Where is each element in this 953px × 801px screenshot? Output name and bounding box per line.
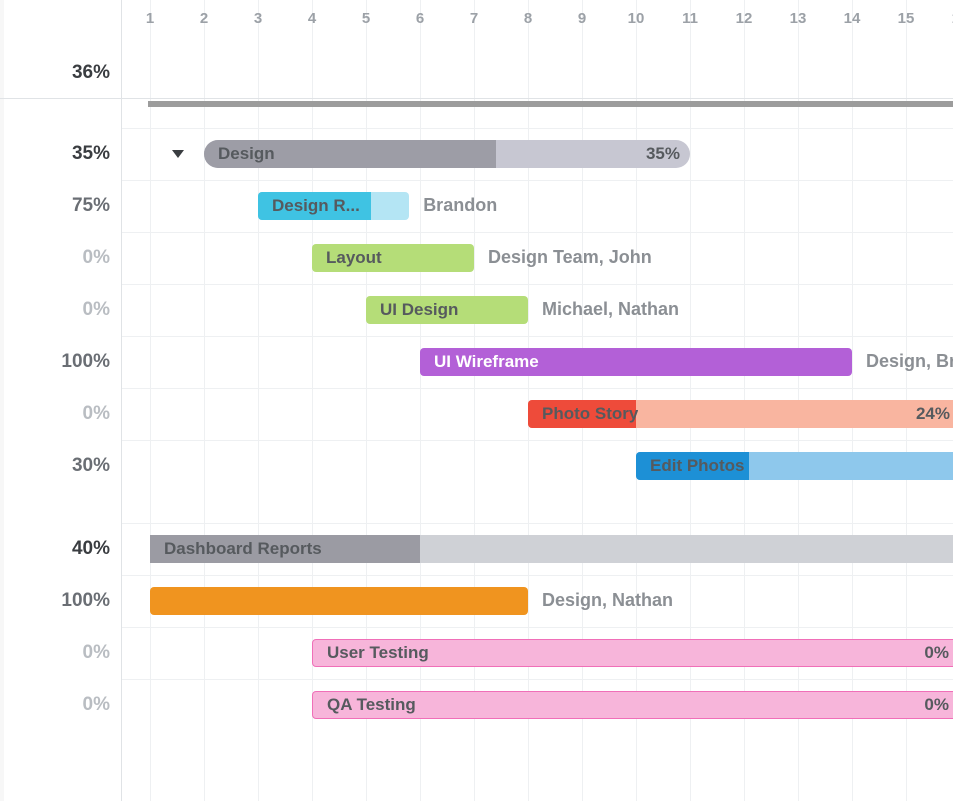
day-label: 8 [505,10,551,27]
assignee-label: Design Team, John [488,247,652,268]
timeline-scrollbar[interactable] [148,101,953,107]
gridline [366,0,367,801]
gridline [474,0,475,801]
gridline [150,0,151,801]
task-bar[interactable]: Edit Photos30% [636,452,953,480]
row-divider [122,284,953,285]
task-label: Dashboard Reports [150,539,322,559]
row-divider [122,388,953,389]
task-label: QA Testing [313,695,416,715]
gridline [204,0,205,801]
day-label: 12 [721,10,767,27]
day-label: 5 [343,10,389,27]
row-divider [122,232,953,233]
gridline [258,0,259,801]
task-label: UI Design [366,300,458,320]
row-percent: 0% [0,247,110,269]
row-percent: 100% [0,351,110,373]
row-percent: 0% [0,299,110,321]
day-label: 1 [127,10,173,27]
bar-percent-label: 35% [646,144,680,164]
day-label: 13 [775,10,821,27]
gantt-chart-area[interactable]: 123456789101112131415161718Design35%Desi… [122,0,953,801]
row-divider [122,679,953,680]
day-label: 15 [883,10,929,27]
bar-percent-label: 24% [916,404,950,424]
day-label: 7 [451,10,497,27]
row-percent: 35% [0,143,110,165]
task-bar[interactable]: Design R... [258,192,409,220]
day-label: 6 [397,10,443,27]
day-label: 3 [235,10,281,27]
row-percent: 0% [0,403,110,425]
gridline [420,0,421,801]
gridline [312,0,313,801]
day-label: 10 [613,10,659,27]
row-divider [122,336,953,337]
header-divider-line [0,98,953,99]
bar-percent-label: 0% [924,695,949,715]
task-label: UI Wireframe [420,352,539,372]
task-label: Layout [312,248,382,268]
assignee-label: Michael, Nathan [542,299,679,320]
assignee-label: Design, Nathan [542,590,673,611]
summary-percent: 36% [0,62,110,84]
row-percent: 100% [0,590,110,612]
day-label: 9 [559,10,605,27]
row-percent: 40% [0,538,110,560]
row-divider [122,575,953,576]
task-bar[interactable]: Layout [312,244,474,272]
percent-column: 36% 35% 75% 0% 0% 100% 0% 30% 40% 100% 0% 0% [0,0,122,801]
row-percent: 0% [0,642,110,664]
bar-percent-label: 0% [924,643,949,663]
row-divider [122,128,953,129]
assignee-label: Brandon [423,195,497,216]
row-percent: 30% [0,455,110,477]
task-bar[interactable]: UI Wireframe [420,348,852,376]
task-label: Photo Story [528,404,638,424]
row-divider [122,523,953,524]
group-bar[interactable]: Design 35% [204,140,690,168]
day-label: 14 [829,10,875,27]
day-label: 11 [667,10,713,27]
row-divider [122,627,953,628]
row-percent: 75% [0,195,110,217]
row-divider [122,180,953,181]
row-divider [122,440,953,441]
task-label: Edit Photos [636,456,744,476]
task-bar[interactable]: UI Design [366,296,528,324]
collapse-toggle-icon[interactable] [172,150,184,158]
day-label: 16 [937,10,953,27]
assignee-label: Design, Brandon Tu [866,351,953,372]
group-bar[interactable]: Dashboard Reports [150,535,953,563]
task-bar[interactable]: Photo Story 24% [528,400,953,428]
task-bar[interactable] [150,587,528,615]
day-axis: 123456789101112131415161718 [122,0,953,40]
task-label: Design [204,144,275,164]
task-label: Design R... [258,196,360,216]
task-label: User Testing [313,643,429,663]
row-percent: 0% [0,694,110,716]
day-label: 4 [289,10,335,27]
task-bar[interactable]: QA Testing 0% [312,691,953,719]
task-bar[interactable]: User Testing 0% [312,639,953,667]
day-label: 2 [181,10,227,27]
